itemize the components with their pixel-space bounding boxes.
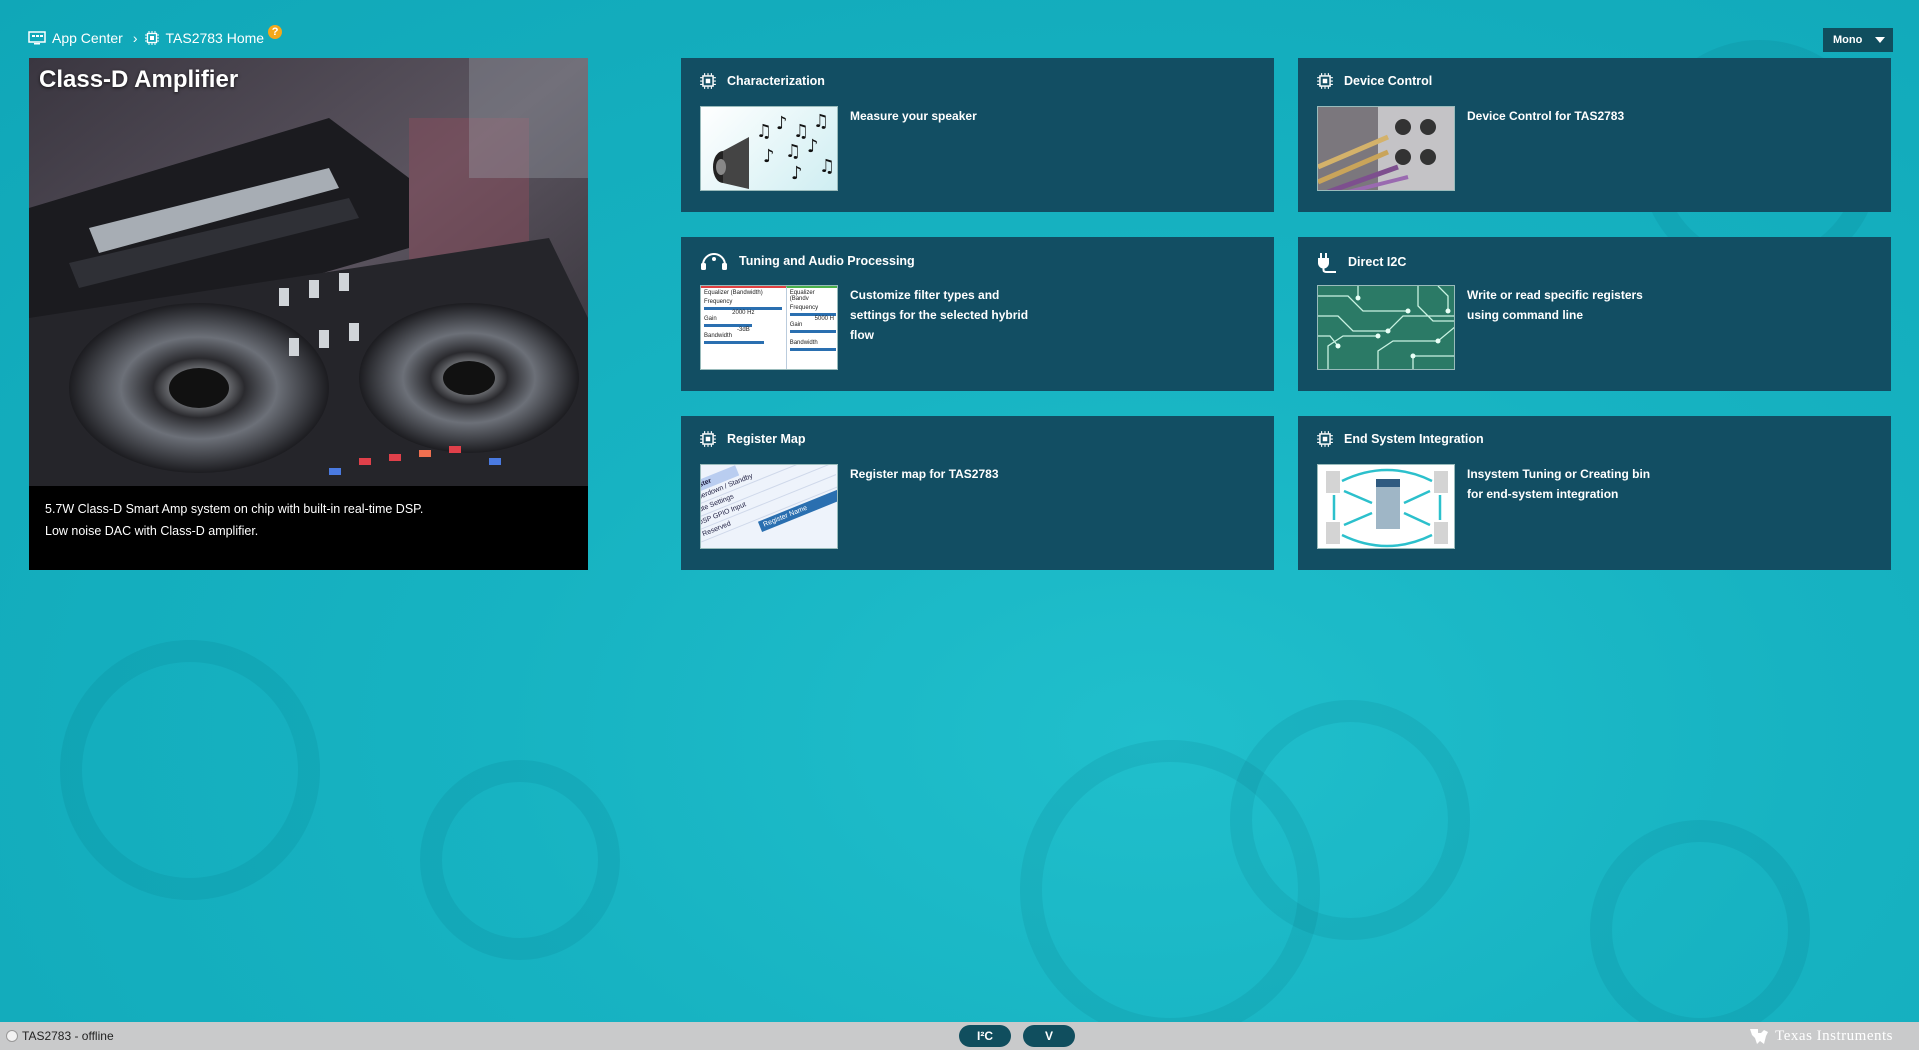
status-indicator-icon	[6, 1030, 18, 1042]
hero-desc-line-2: Low noise DAC with Class-D amplifier.	[45, 524, 259, 538]
tile-title: End System Integration	[1344, 432, 1484, 446]
hero-description: 5.7W Class-D Smart Amp system on chip wi…	[45, 498, 423, 542]
eq-panel-left: Equalizer (Bandwidth) Frequency 2000 Hz …	[701, 286, 786, 369]
system-diagram-thumbnail	[1317, 464, 1455, 549]
tile-description: Register map for TAS2783	[850, 467, 999, 481]
speaker-music-thumbnail: ♫ ♪ ♫ ♫ ♪ ♫ ♪ ♫ ♪	[700, 106, 838, 191]
tile-tuning-audio-processing[interactable]: Tuning and Audio Processing Equalizer (B…	[681, 237, 1274, 391]
tile-header: Direct I2C	[1316, 251, 1406, 273]
equalizer-thumbnail: Equalizer (Bandwidth) Frequency 2000 Hz …	[700, 285, 838, 370]
breadcrumb-home[interactable]: TAS2783 Home	[144, 30, 265, 46]
eq-gain-label: Gain	[789, 322, 803, 328]
svg-text:♪: ♪	[791, 163, 803, 184]
breadcrumb-app-center[interactable]: App Center	[28, 30, 123, 46]
tile-header: Characterization	[699, 72, 825, 90]
chip-icon	[700, 431, 716, 447]
breadcrumb-app-center-label: App Center	[52, 30, 123, 46]
tile-device-control[interactable]: Device Control Device Control for TAS278…	[1298, 58, 1891, 212]
eq-frequency-label: Frequency	[789, 305, 819, 311]
connection-status-text: TAS2783 - offline	[22, 1029, 114, 1043]
chip-icon	[1317, 73, 1333, 89]
chip-icon	[1317, 431, 1333, 447]
texas-instruments-logo-icon	[1750, 1029, 1769, 1044]
svg-text:♪: ♪	[776, 113, 788, 134]
svg-text:♫: ♫	[785, 141, 801, 162]
svg-text:♫: ♫	[819, 156, 835, 177]
channel-mode-value: Mono	[1833, 34, 1863, 46]
eq-label: Equalizer (Bandwidth)	[704, 290, 763, 296]
tile-description: Device Control for TAS2783	[1467, 109, 1625, 123]
status-bar: TAS2783 - offline I²C V Texas Instrument…	[0, 1022, 1919, 1050]
svg-text:♪: ♪	[763, 146, 775, 167]
channel-mode-select[interactable]: Mono	[1823, 28, 1893, 52]
chip-icon	[700, 73, 716, 89]
circuit-board-thumbnail	[1317, 285, 1455, 370]
breadcrumb: App Center › TAS2783 Home ?	[28, 25, 283, 48]
eq-frequency-label: Frequency	[704, 299, 733, 305]
eq-panel-right: Equalizer (Bandv Frequency 5000 H Gain B…	[785, 286, 837, 369]
register-table-thumbnail: Register Powerdown / Standby Mute Settin…	[700, 464, 838, 549]
app-center-icon	[28, 31, 46, 45]
tile-title: Register Map	[727, 432, 806, 446]
v-button[interactable]: V	[1023, 1025, 1075, 1047]
tile-title: Characterization	[727, 74, 825, 88]
connection-status: TAS2783 - offline	[6, 1029, 114, 1043]
speaker-icon: ♫ ♪ ♫ ♫ ♪ ♫ ♪♫ ♪	[713, 111, 835, 189]
svg-text:♪: ♪	[807, 136, 819, 157]
tile-register-map[interactable]: Register Map Register Powerdown / Standb…	[681, 416, 1274, 570]
cables-thumbnail	[1317, 106, 1455, 191]
svg-text:♫: ♫	[756, 121, 772, 142]
tile-end-system-integration[interactable]: End System Integration Insystem Tuning o…	[1298, 416, 1891, 570]
headset-icon	[701, 253, 727, 270]
tile-header: Tuning and Audio Processing	[699, 251, 915, 271]
chevron-down-icon	[1875, 37, 1885, 43]
eq-gain-label: Gain	[704, 316, 717, 322]
dj-controller-image	[29, 58, 588, 486]
tile-description: Insystem Tuning or Creating bin for end-…	[1467, 467, 1651, 501]
eq-bandwidth-slider	[704, 341, 764, 344]
tile-header: End System Integration	[1316, 430, 1484, 448]
hero-desc-line-1: 5.7W Class-D Smart Amp system on chip wi…	[45, 502, 424, 516]
tile-header: Device Control	[1316, 72, 1432, 90]
tile-description: Customize filter types and settings for …	[850, 288, 1029, 342]
breadcrumb-home-label: TAS2783 Home	[165, 30, 265, 46]
brand-name: Texas Instruments	[1775, 1027, 1893, 1044]
hero-title: Class-D Amplifier	[39, 66, 239, 93]
ti-logo: Texas Instruments	[1749, 1027, 1893, 1045]
register-table: Register Powerdown / Standby Mute Settin…	[701, 465, 837, 548]
tile-description: Measure your speaker	[850, 109, 977, 123]
tile-description: Write or read specific registers using c…	[1467, 288, 1643, 322]
tile-title: Tuning and Audio Processing	[739, 254, 915, 268]
eq-label: Equalizer (Bandv	[789, 290, 815, 302]
tile-direct-i2c[interactable]: Direct I2C Write or read specific regist…	[1298, 237, 1891, 391]
help-icon[interactable]: ?	[268, 25, 283, 39]
i2c-button[interactable]: I²C	[959, 1025, 1011, 1047]
hero-card: Class-D Amplifier 5.7W Class-D Smart Amp…	[29, 58, 588, 570]
breadcrumb-separator: ›	[132, 30, 138, 46]
chip-icon	[144, 31, 159, 45]
svg-text:♫: ♫	[813, 111, 829, 132]
tile-characterization[interactable]: Characterization ♫ ♪ ♫ ♫ ♪ ♫ ♪ ♫ ♪ Measure you…	[681, 58, 1274, 212]
eq-bandwidth-slider	[789, 348, 836, 351]
tile-title: Device Control	[1344, 74, 1433, 88]
tile-title: Direct I2C	[1348, 255, 1407, 269]
eq-bandwidth-label: Bandwidth	[789, 340, 818, 346]
plug-icon	[1318, 253, 1336, 273]
eq-bandwidth-label: Bandwidth	[704, 333, 733, 339]
tile-header: Register Map	[699, 430, 806, 448]
